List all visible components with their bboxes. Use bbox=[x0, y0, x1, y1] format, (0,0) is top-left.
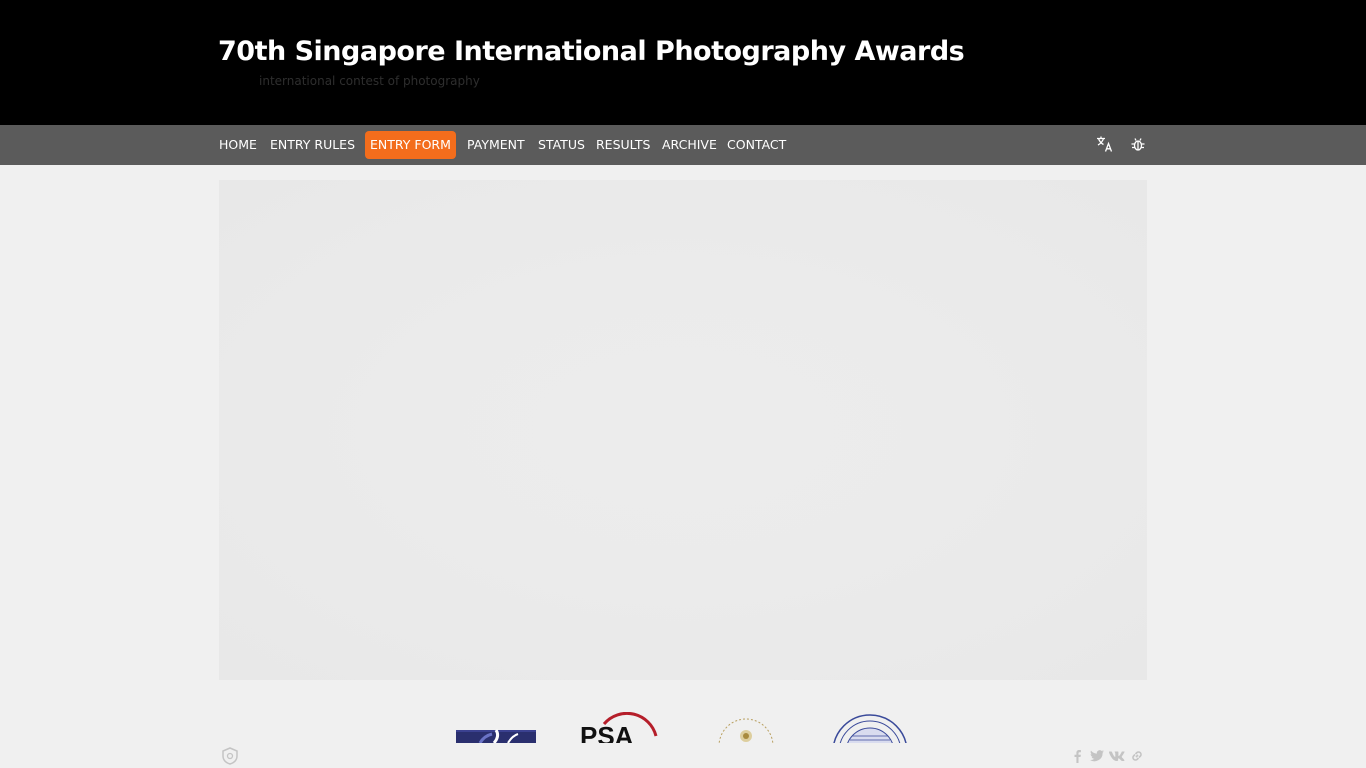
nav-item-payment[interactable]: PAYMENT bbox=[467, 125, 525, 165]
facebook-icon[interactable] bbox=[1069, 747, 1085, 765]
fiap-seal-logo[interactable] bbox=[830, 712, 910, 743]
site-subtitle: international contest of photography bbox=[259, 74, 480, 88]
nav-item-home[interactable]: HOME bbox=[219, 125, 257, 165]
partner-logos: PSA bbox=[440, 712, 920, 743]
shield-icon[interactable] bbox=[220, 746, 240, 766]
nav-item-results[interactable]: RESULTS bbox=[596, 125, 650, 165]
vk-icon[interactable] bbox=[1109, 747, 1125, 765]
translate-icon[interactable] bbox=[1094, 133, 1116, 155]
nav-item-entry-form[interactable]: ENTRY FORM bbox=[365, 131, 456, 159]
nav-item-contact[interactable]: CONTACT bbox=[727, 125, 786, 165]
link-icon[interactable] bbox=[1129, 747, 1145, 765]
site-header: 70th Singapore International Photography… bbox=[0, 0, 1366, 125]
hero-slider[interactable] bbox=[219, 180, 1147, 680]
main-nav: HOME ENTRY RULES ENTRY FORM PAYMENT STAT… bbox=[0, 125, 1366, 165]
gpu-logo[interactable] bbox=[714, 712, 778, 743]
nav-item-status[interactable]: STATUS bbox=[538, 125, 585, 165]
nav-item-entry-rules[interactable]: ENTRY RULES bbox=[270, 125, 355, 165]
site-title[interactable]: 70th Singapore International Photography… bbox=[218, 36, 965, 67]
psa-logo[interactable]: PSA bbox=[578, 712, 662, 743]
twitter-icon[interactable] bbox=[1089, 747, 1105, 765]
bug-icon[interactable] bbox=[1127, 133, 1149, 155]
fiap-logo[interactable] bbox=[456, 712, 536, 743]
nav-item-archive[interactable]: ARCHIVE bbox=[662, 125, 717, 165]
psa-logo-text: PSA bbox=[580, 721, 634, 743]
